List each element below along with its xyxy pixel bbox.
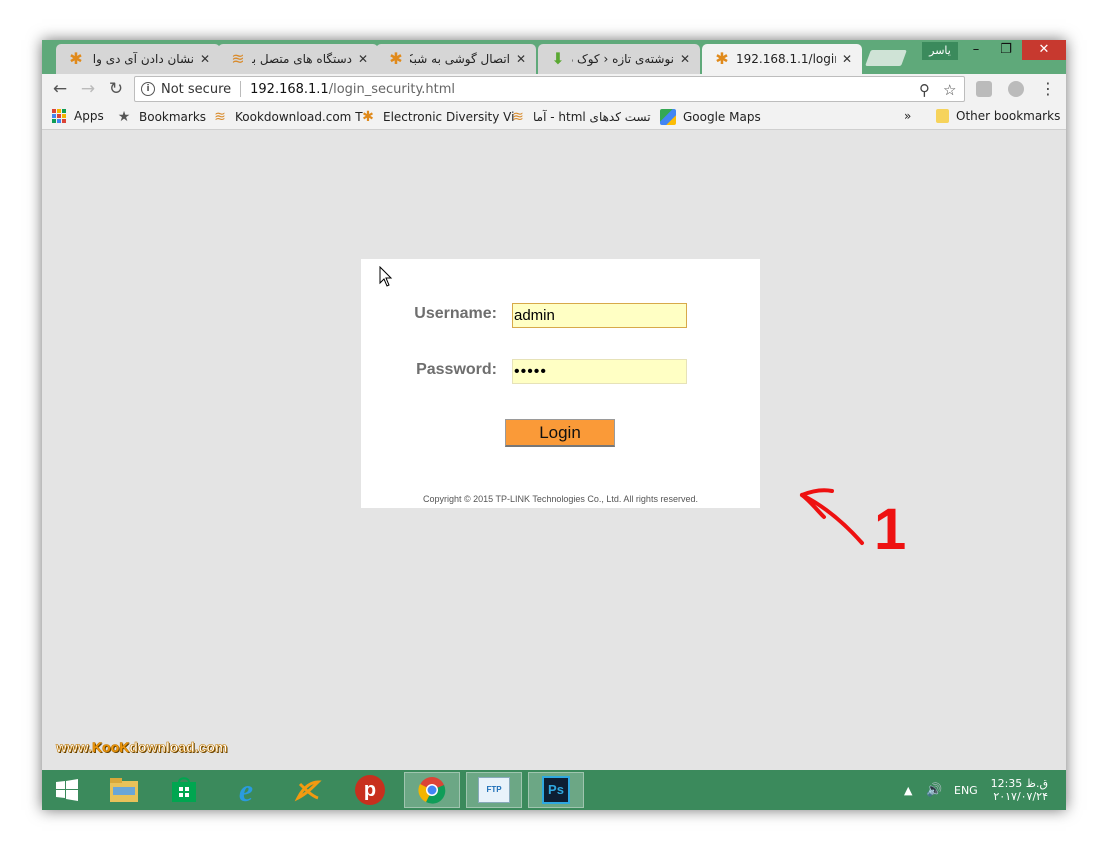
bookmark-label: Bookmarks [139,110,207,124]
tab-strip: ✱ نشان دادن آی دی وا ✕ ≋ دستگاه های متصل… [42,40,1066,74]
photoshop-icon[interactable]: Ps [528,772,584,808]
minimize-button[interactable]: – [962,40,990,60]
bookmarks-overflow-chevron[interactable]: » [904,109,911,123]
close-tab-icon[interactable]: ✕ [678,52,692,66]
bookmark-google-maps[interactable]: Google Maps [660,109,761,125]
tab-1[interactable]: ✱ نشان دادن آی دی وا ✕ [56,44,220,74]
close-tab-icon[interactable]: ✕ [356,52,370,66]
tray-expand-icon[interactable]: ▲ [904,770,912,810]
taskbar: e p FTP Ps ▲ 🔊 ENG 12:35 ق.ظ ۲۰۱۷/۰۷/۲۴ [42,770,1066,810]
bookmark-label: Google Maps [683,110,761,124]
asterisk-favicon: ✱ [69,49,83,68]
bookmark-electronic-diversity[interactable]: ✱ Electronic Diversity Vi [360,109,514,125]
login-button[interactable]: Login [505,419,615,447]
asterisk-favicon: ✱ [715,49,729,68]
stack-favicon: ≋ [214,109,226,125]
username-input[interactable]: admin [512,303,687,328]
username-label: Username: [414,305,497,322]
browser-toolbar: ← → ↻ i Not secure 192.168.1.1 /login_se… [42,74,1066,104]
tab-title: نوشته‌ی تازه ‹ کوک د [572,52,674,66]
bookmark-apps[interactable]: Apps [52,109,104,123]
back-arrow-icon[interactable]: ← [50,79,70,99]
address-bar[interactable]: i Not secure 192.168.1.1 /login_security… [134,76,965,102]
stack-favicon: ≋ [512,109,524,125]
stack-favicon: ≋ [231,49,245,68]
bookmark-html-test[interactable]: ≋ تست کدهای html - آما [510,109,651,125]
maximize-button[interactable]: ❐ [992,40,1020,60]
tab-2[interactable]: ≋ دستگاه های متصل به ✕ [218,44,378,74]
tab-4[interactable]: ⬇ نوشته‌ی تازه ‹ کوک د ✕ [538,44,700,74]
bookmark-label: Electronic Diversity Vi [383,110,515,124]
globe-extension-icon[interactable] [1008,81,1024,97]
chrome-icon[interactable] [404,772,460,808]
bookmark-star-icon[interactable]: ☆ [943,81,956,99]
annotation-number: 1 [874,497,907,562]
tab-title: 192.168.1.1/login_s [736,52,836,66]
maps-icon [660,109,676,125]
copyright-text: Copyright © 2015 TP-LINK Technologies Co… [423,494,698,504]
download-favicon: ⬇ [551,49,565,68]
close-tab-icon[interactable]: ✕ [514,52,528,66]
clock-date: ۲۰۱۷/۰۷/۲۴ [993,790,1048,803]
bookmark-label: Apps [74,109,104,123]
tab-5-active[interactable]: ✱ 192.168.1.1/login_s ✕ [702,44,862,74]
page-content: Username: admin Password: ••••• Login Co… [42,131,1066,770]
tab-title: دستگاه های متصل به [252,52,352,66]
tab-3[interactable]: ✱ اتصال گوشی به شبکه ✕ [376,44,536,74]
watermark: www.KooKdownload.com [56,739,228,756]
cuteftp-icon[interactable]: FTP [466,772,522,808]
divider [240,81,242,97]
clock[interactable]: 12:35 ق.ظ ۲۰۱۷/۰۷/۲۴ [988,770,1048,810]
close-tab-icon[interactable]: ✕ [198,52,212,66]
security-label: Not secure [161,81,232,97]
apps-grid-icon [52,109,66,123]
internet-explorer-icon[interactable]: e [218,772,274,808]
bookmarks-bar: Apps ★ Bookmarks ≋ Kookdownload.com T ✱ … [42,104,1066,130]
browser-window: ✱ نشان دادن آی دی وا ✕ ≋ دستگاه های متصل… [42,40,1066,810]
tab-title: اتصال گوشی به شبکه [410,52,510,66]
reload-icon[interactable]: ↻ [106,79,126,99]
other-bookmarks-label: Other bookmarks [956,109,1061,123]
url-host: 192.168.1.1 [250,81,329,97]
other-bookmarks[interactable]: Other bookmarks [936,109,1060,123]
watermark-prefix: www. [56,739,93,756]
psiphon-icon[interactable]: p [342,772,398,808]
tab-title: نشان دادن آی دی وا [92,52,194,66]
new-tab-button[interactable] [865,50,907,66]
extension-icon[interactable] [976,81,992,97]
login-panel: Username: admin Password: ••••• Login Co… [361,259,760,508]
bookmark-label: Kookdownload.com T [235,110,363,124]
store-icon[interactable] [156,772,212,808]
windows-start-icon[interactable] [42,772,92,808]
info-icon[interactable]: i [141,82,155,96]
bookmark-kookdownload[interactable]: ≋ Kookdownload.com T [212,109,363,125]
watermark-brand: KooK [92,739,130,756]
clock-time: 12:35 ق.ظ [990,777,1048,790]
asterisk-favicon: ✱ [362,109,374,125]
profile-badge[interactable]: یاسر [922,42,958,60]
forward-arrow-icon[interactable]: → [78,79,98,99]
file-explorer-icon[interactable] [96,772,152,808]
menu-icon[interactable]: ⋮ [1040,79,1056,98]
mouse-cursor-icon [379,266,393,287]
language-indicator[interactable]: ENG [954,770,978,810]
star-icon: ★ [117,109,131,125]
folder-icon [936,109,949,123]
adobe-reader-icon[interactable] [280,772,336,808]
watermark-suffix: download.com [129,739,228,756]
asterisk-favicon: ✱ [389,49,403,68]
close-tab-icon[interactable]: ✕ [840,52,854,66]
key-icon[interactable]: ⚲ [919,81,930,99]
url-path: /login_security.html [328,81,456,97]
password-input[interactable]: ••••• [512,359,687,384]
bookmark-label: تست کدهای html - آما [533,110,651,124]
volume-icon[interactable]: 🔊 [926,770,942,810]
close-window-button[interactable]: ✕ [1022,40,1066,60]
bookmark-bookmarks[interactable]: ★ Bookmarks [116,109,206,125]
password-label: Password: [416,361,497,378]
